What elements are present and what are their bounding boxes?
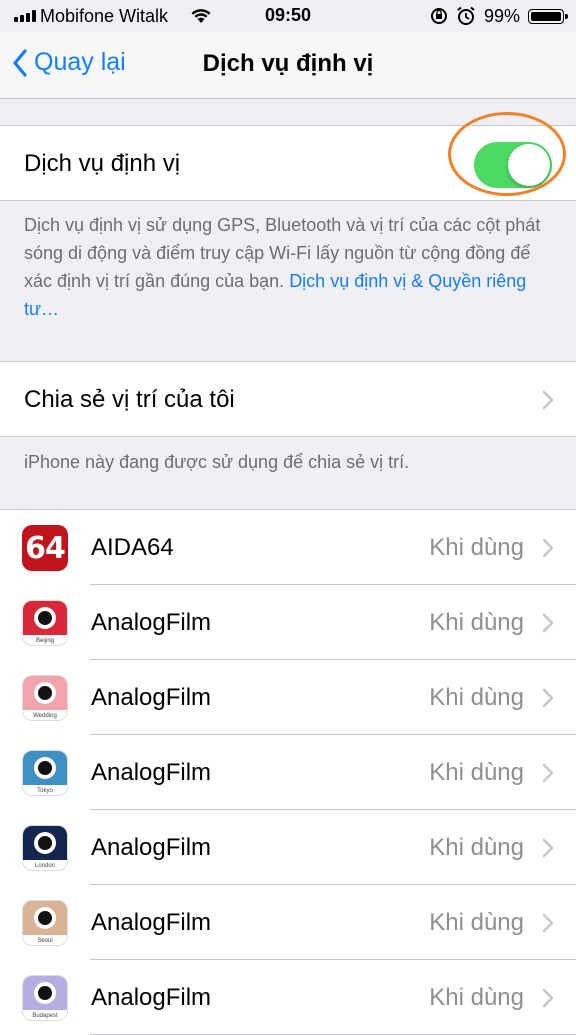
location-services-switch[interactable]: [474, 142, 552, 188]
share-location-row[interactable]: Chia sẻ vị trí của tôi: [0, 362, 576, 436]
share-location-group: Chia sẻ vị trí của tôi: [0, 361, 576, 437]
location-services-group: Dịch vụ định vị: [0, 125, 576, 201]
chevron-right-icon: [542, 390, 554, 410]
switch-knob: [508, 144, 550, 186]
share-location-label: Chia sẻ vị trí của tôi: [24, 386, 235, 413]
app-permission: Khi dùng: [429, 984, 524, 1011]
chevron-right-icon: [542, 538, 554, 558]
chevron-right-icon: [542, 913, 554, 933]
app-name: AnalogFilm: [91, 834, 212, 861]
chevron-right-icon: [542, 838, 554, 858]
app-permission: Khi dùng: [429, 834, 524, 861]
list-item-app[interactable]: Beijing AnalogFilm Khi dùng: [0, 585, 576, 660]
chevron-right-icon: [542, 763, 554, 783]
alarm-icon: [456, 6, 476, 31]
analogfilm-icon: Tokyo: [22, 750, 68, 796]
share-location-footer: iPhone này đang được sử dụng để chia sẻ …: [24, 452, 410, 472]
analogfilm-icon: Budapest: [22, 975, 68, 1021]
rotation-lock-icon: [430, 7, 450, 30]
navigation-bar: Quay lại Dịch vụ định vị: [0, 32, 576, 99]
status-bar: Mobifone Witalk 09:50 99%: [0, 0, 576, 32]
app-list: 64 AIDA64 Khi dùng Beijing AnalogFilm Kh…: [0, 509, 576, 1035]
app-name: AnalogFilm: [91, 909, 212, 936]
location-services-label: Dịch vụ định vị: [24, 150, 181, 177]
location-services-row: Dịch vụ định vị: [0, 126, 576, 200]
list-item-app[interactable]: Tokyo AnalogFilm Khi dùng: [0, 735, 576, 810]
app-permission: Khi dùng: [429, 609, 524, 636]
list-item-app[interactable]: Seoul AnalogFilm Khi dùng: [0, 885, 576, 960]
chevron-right-icon: [542, 613, 554, 633]
battery-icon: [528, 9, 568, 24]
app-permission: Khi dùng: [429, 909, 524, 936]
list-item-app[interactable]: London AnalogFilm Khi dùng: [0, 810, 576, 885]
list-item-app[interactable]: Wedding AnalogFilm Khi dùng: [0, 660, 576, 735]
list-item-app[interactable]: 64 AIDA64 Khi dùng: [0, 510, 576, 585]
app-name: AnalogFilm: [91, 684, 212, 711]
location-services-footer: Dịch vụ định vị sử dụng GPS, Bluetooth v…: [24, 211, 544, 323]
page-title: Dịch vụ định vị: [202, 50, 374, 77]
app-permission: Khi dùng: [429, 534, 524, 561]
analogfilm-icon: London: [22, 825, 68, 871]
app-name: AnalogFilm: [91, 609, 212, 636]
analogfilm-icon: Wedding: [22, 675, 68, 721]
app-permission: Khi dùng: [429, 759, 524, 786]
app-name: AnalogFilm: [91, 984, 212, 1011]
chevron-right-icon: [542, 688, 554, 708]
battery-percentage: 99%: [484, 6, 521, 26]
app-name: AIDA64: [91, 534, 174, 561]
analogfilm-icon: Beijing: [22, 600, 68, 646]
analogfilm-icon: Seoul: [22, 900, 68, 946]
chevron-right-icon: [542, 988, 554, 1008]
aida64-icon: 64: [22, 525, 68, 571]
app-permission: Khi dùng: [429, 684, 524, 711]
app-name: AnalogFilm: [91, 759, 212, 786]
